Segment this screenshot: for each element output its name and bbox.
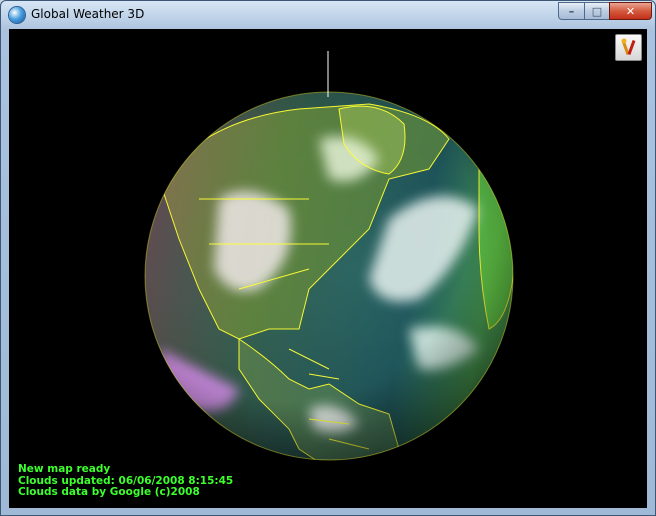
tools-button[interactable]	[615, 34, 642, 61]
title-bar[interactable]: Global Weather 3D – □ ✕	[1, 1, 655, 29]
status-line-map: New map ready	[18, 463, 111, 475]
close-icon: ✕	[625, 4, 636, 18]
window-title: Global Weather 3D	[31, 7, 145, 21]
status-line-credits: Clouds data by Google (c)2008	[18, 486, 200, 498]
minimize-button[interactable]: –	[558, 2, 585, 20]
globe-viewport[interactable]: New map ready Clouds updated: 06/06/2008…	[9, 29, 647, 508]
app-window: Global Weather 3D – □ ✕ New map ready Cl…	[0, 0, 656, 516]
close-button[interactable]: ✕	[609, 2, 652, 20]
maximize-button[interactable]: □	[584, 2, 610, 20]
maximize-icon: □	[591, 4, 603, 18]
globe-app-icon[interactable]	[9, 7, 25, 23]
globe-sphere[interactable]	[145, 92, 515, 469]
tools-icon	[621, 38, 636, 56]
globe-view[interactable]	[9, 29, 647, 508]
status-panel: New map ready Clouds updated: 06/06/2008…	[18, 463, 233, 499]
minimize-icon: –	[568, 4, 575, 18]
